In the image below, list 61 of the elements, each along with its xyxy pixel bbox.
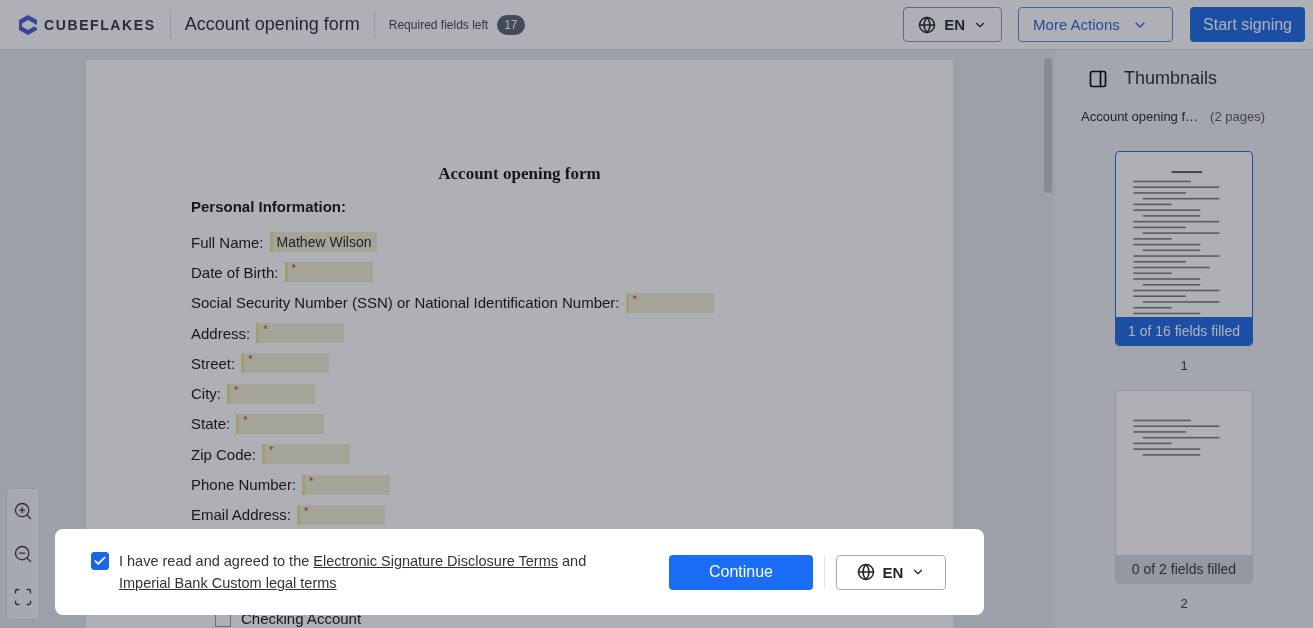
page-number: 2 [1180, 596, 1188, 611]
zoom-in-icon[interactable] [13, 500, 33, 521]
field-label: Full Name: [191, 233, 264, 251]
input-field[interactable]: * [227, 383, 315, 404]
input-field[interactable]: * [236, 413, 325, 434]
required-mark: * [291, 262, 296, 275]
required-mark: * [309, 474, 314, 487]
field-label: Date of Birth: [191, 263, 279, 281]
zoom-out-icon[interactable] [13, 544, 33, 564]
filled-field[interactable]: Mathew Wilson [269, 232, 378, 253]
input-field[interactable]: * [302, 474, 391, 495]
required-mark: * [263, 323, 268, 336]
fields-status: 1 of 16 fields filled [1116, 316, 1252, 345]
field-label: State: [191, 415, 231, 433]
page-thumbnail[interactable]: 1 of 16 fields filled [1115, 151, 1253, 346]
fields-status: 0 of 2 fields filled [1116, 555, 1252, 583]
continue-button[interactable]: Continue [669, 554, 813, 590]
consent-text: I have read and agreed to the Electronic Signature Disclosure Terms and Imperial Bank Custom legal terms [119, 552, 588, 593]
required-mark: * [243, 413, 248, 426]
brand-name: CUBEFLAKES [44, 16, 156, 33]
field-label: Social Security Number (SSN) or National Identification Number: [191, 294, 620, 312]
required-count: 17 [497, 14, 525, 35]
panel-icon[interactable] [1088, 68, 1108, 89]
page-thumbnail[interactable]: 0 of 2 fields filled [1115, 389, 1253, 584]
page-count: (2 pages) [1210, 109, 1265, 124]
more-actions-button[interactable]: More Actions [1018, 7, 1174, 42]
input-field[interactable]: * [241, 353, 330, 374]
required-mark: * [632, 292, 637, 305]
field-label: Zip Code: [191, 445, 257, 463]
input-field[interactable]: * [297, 504, 386, 525]
field-label: City: [191, 385, 221, 403]
terms-link[interactable]: Imperial Bank Custom legal terms [119, 575, 337, 591]
globe-icon [918, 15, 937, 34]
terms-link[interactable]: Electronic Signature Disclosure Terms [313, 553, 558, 569]
required-mark: * [269, 444, 274, 457]
input-field[interactable]: * [262, 444, 351, 465]
agree-checkbox[interactable] [91, 552, 109, 570]
field-label: Street: [191, 354, 236, 372]
globe-icon [856, 563, 875, 581]
required-mark: * [234, 383, 239, 396]
input-field[interactable]: * [256, 323, 345, 344]
field-label: Phone Number: [191, 476, 297, 493]
check-icon [93, 554, 107, 568]
input-field[interactable]: * [284, 262, 373, 283]
file-name: Account opening f… [1081, 109, 1199, 124]
field-label: Address: [191, 324, 251, 342]
input-field[interactable]: * [625, 292, 714, 313]
start-signing-button[interactable]: Start signing [1190, 7, 1305, 42]
page-number: 1 [1180, 357, 1188, 373]
required-mark: * [248, 353, 253, 366]
document-title: Account opening form [184, 14, 360, 35]
required-mark: * [304, 504, 309, 517]
section-heading: Personal Information: [191, 198, 348, 215]
cube-logo-icon [18, 13, 38, 36]
language-select[interactable]: EN [903, 7, 1003, 42]
form-title: Account opening form [438, 164, 601, 184]
thumbnails-title: Thumbnails [1124, 68, 1218, 89]
language-select[interactable]: EN [836, 554, 946, 590]
fullscreen-icon[interactable] [13, 587, 33, 608]
field-label: Email Address: [191, 506, 292, 524]
required-fields-label: Required fields left [388, 17, 489, 32]
